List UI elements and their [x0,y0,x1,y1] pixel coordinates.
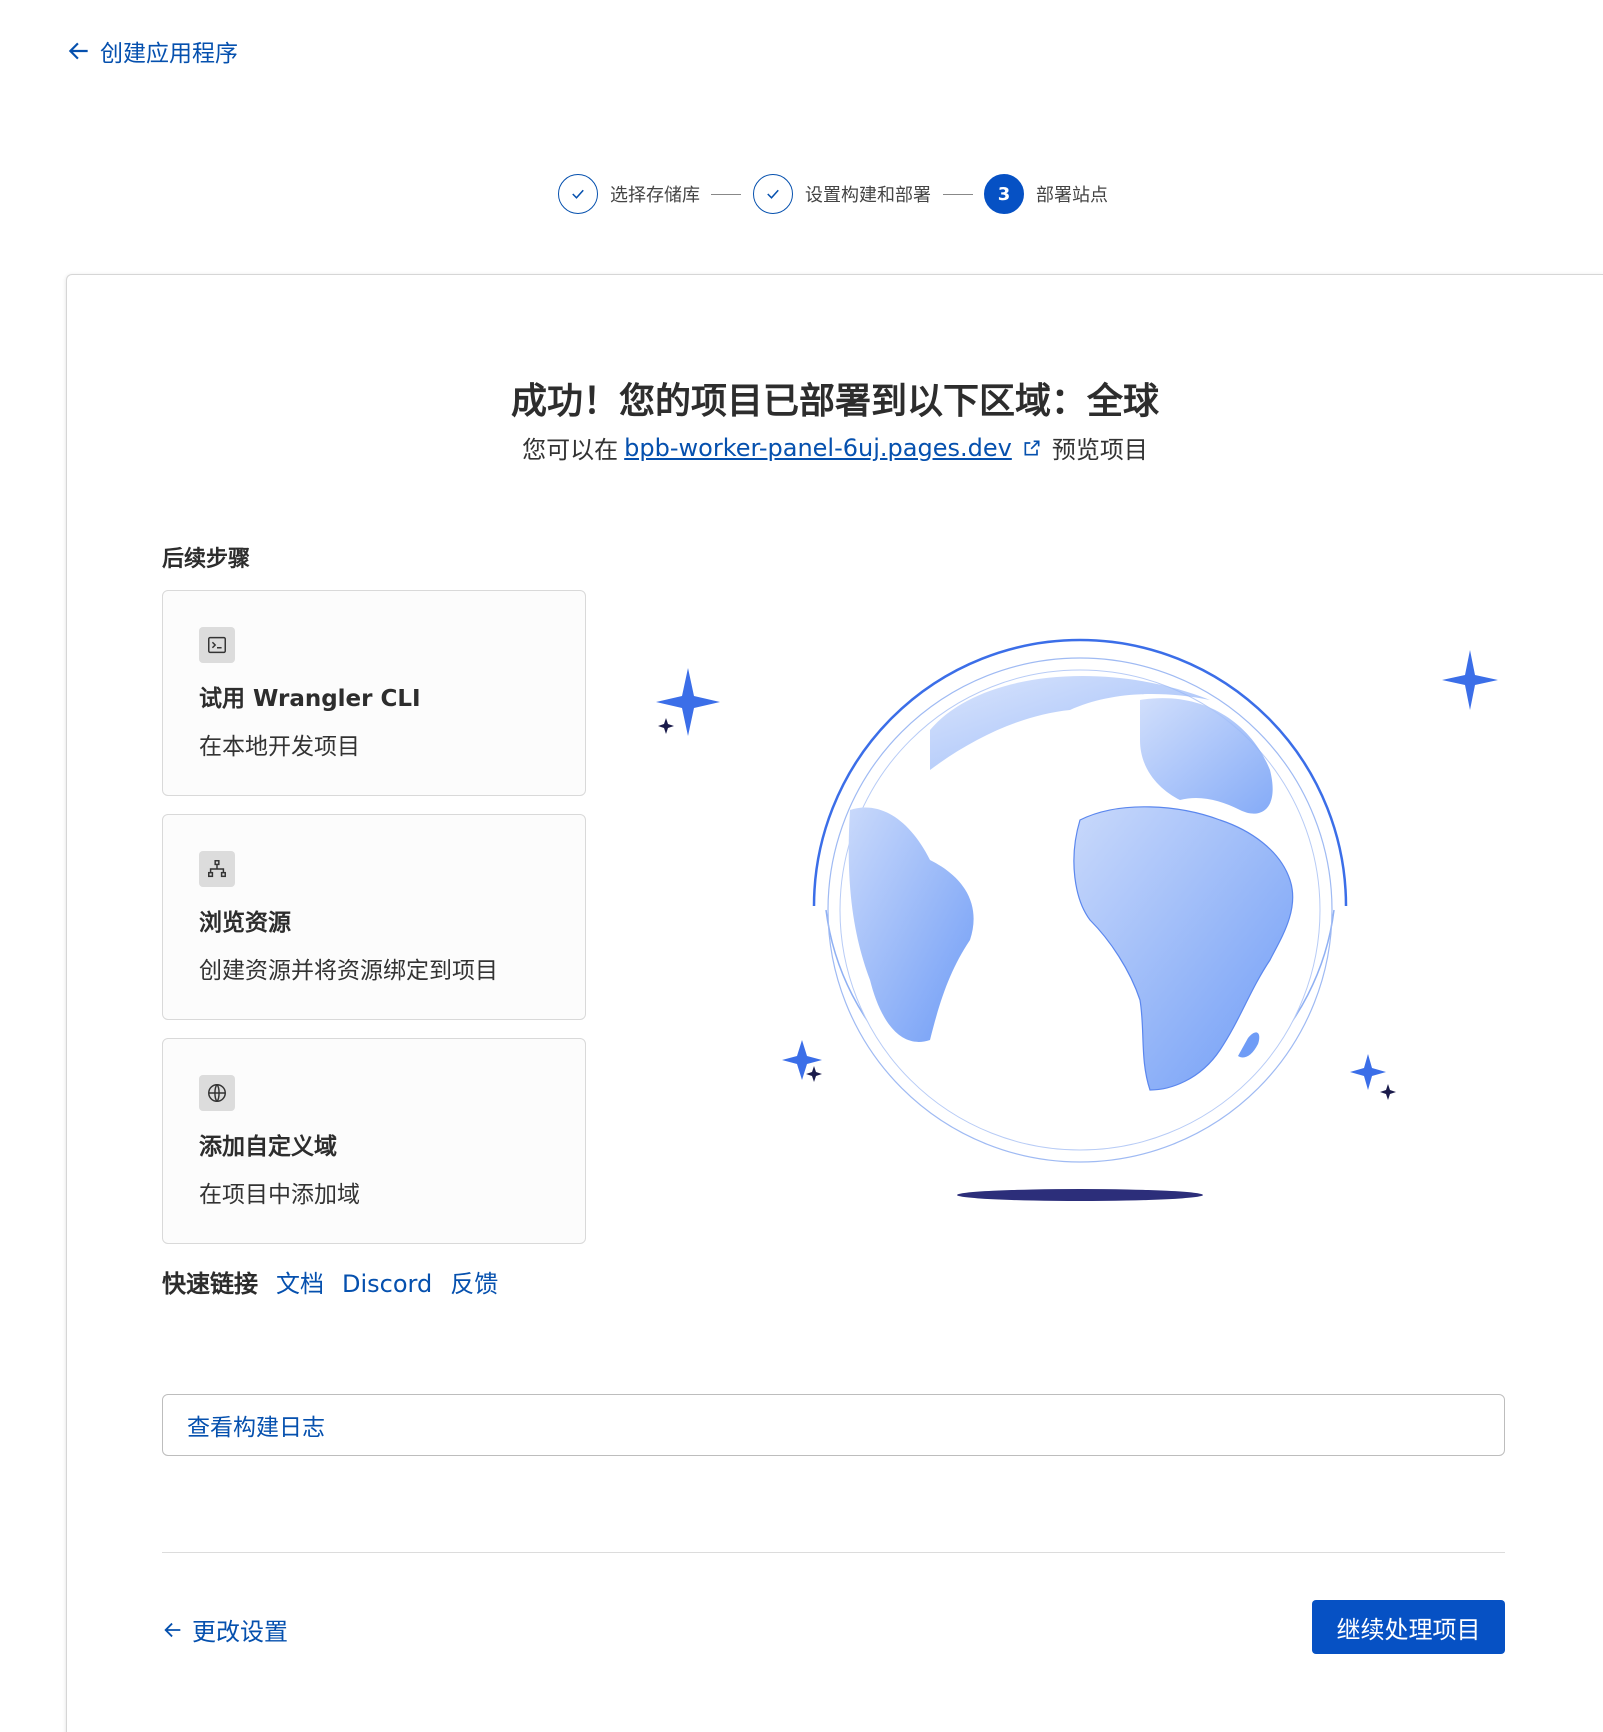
preview-prefix: 您可以在 [522,436,619,464]
preview-line: 您可以在 bpb-worker-panel-6uj.pages.dev 预览项目 [0,430,1603,465]
card-title: 试用 Wrangler CLI [199,686,421,712]
check-icon [558,174,598,214]
change-settings-link[interactable]: 更改设置 [162,1612,288,1647]
step-deploy-site: 3 部署站点 [984,174,1108,214]
globe-illustration [656,638,1498,1201]
preview-url-link[interactable]: bpb-worker-panel-6uj.pages.dev [624,434,1012,462]
card-desc: 在项目中添加域 [199,1182,360,1208]
back-link-label: 创建应用程序 [100,41,238,67]
step-label: 选择存储库 [610,185,700,206]
link-discord[interactable]: Discord [342,1270,432,1298]
step-label: 设置构建和部署 [805,185,931,206]
quick-links: 快速链接 文档 Discord 反馈 [162,1264,498,1299]
step-select-repo: 选择存储库 [558,174,700,214]
preview-suffix: 预览项目 [1051,436,1148,464]
step-label: 部署站点 [1036,185,1108,206]
card-desc: 在本地开发项目 [199,734,360,760]
card-title: 浏览资源 [199,910,291,936]
view-build-log[interactable]: 查看构建日志 [162,1394,1505,1456]
card-desc: 创建资源并将资源绑定到项目 [199,958,498,984]
sitemap-icon [199,851,235,887]
globe-icon [199,1075,235,1111]
divider [162,1552,1505,1553]
external-link-icon[interactable] [1022,438,1042,458]
back-link-create-app[interactable]: 创建应用程序 [66,34,238,68]
stepper: 选择存储库 设置构建和部署 3 部署站点 [0,174,1603,216]
link-docs[interactable]: 文档 [276,1264,324,1299]
link-feedback[interactable]: 反馈 [450,1264,498,1299]
success-headline: 成功！您的项目已部署到以下区域：全球 [510,381,1159,422]
quick-links-label: 快速链接 [162,1270,258,1298]
change-settings-label: 更改设置 [192,1618,288,1646]
terminal-icon [199,627,235,663]
next-steps-title: 后续步骤 [162,547,251,572]
card-browse-resources[interactable]: 浏览资源 创建资源并将资源绑定到项目 [162,814,586,1020]
step-number: 3 [984,174,1024,214]
card-title: 添加自定义域 [199,1134,337,1160]
continue-project-button[interactable]: 继续处理项目 [1312,1600,1505,1654]
check-icon [753,174,793,214]
card-wrangler-cli[interactable]: 试用 Wrangler CLI 在本地开发项目 [162,590,586,796]
step-build-deploy: 设置构建和部署 [753,174,931,214]
arrow-left-icon [68,42,88,60]
arrow-left-icon [164,1622,181,1637]
card-add-custom-domain[interactable]: 添加自定义域 在项目中添加域 [162,1038,586,1244]
